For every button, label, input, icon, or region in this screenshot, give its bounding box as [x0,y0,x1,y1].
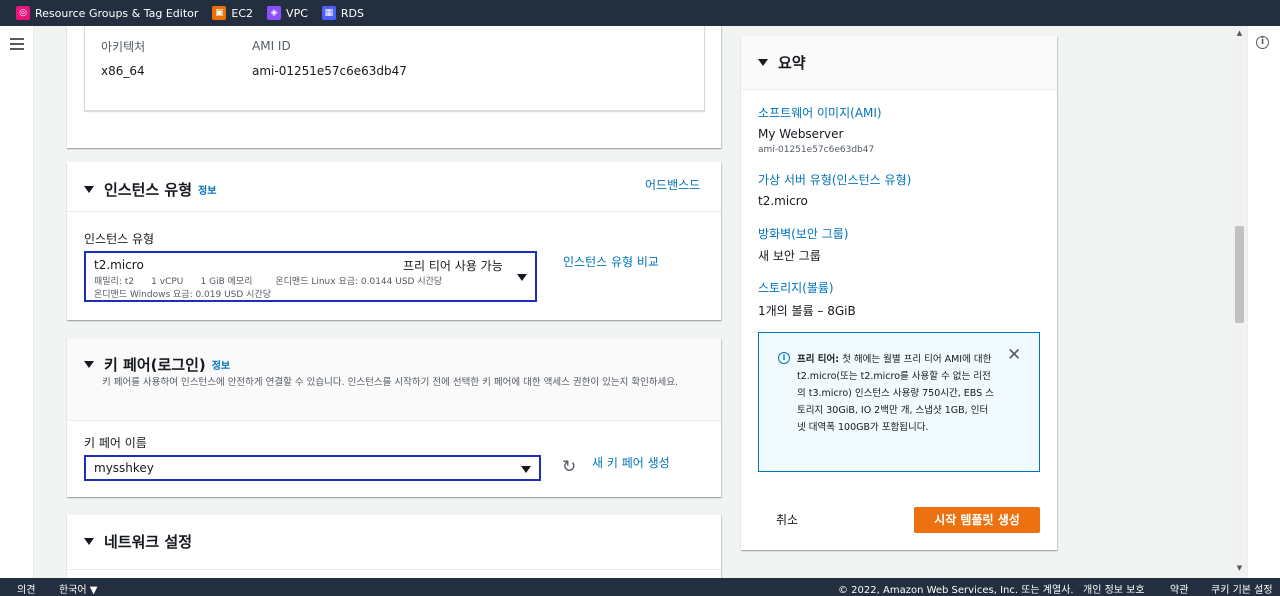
summary-ami-name: My Webserver [758,127,844,141]
summary-ami-id: ami-01251e57c6e63db47 [758,145,875,155]
instance-spec-line2: 온디맨드 Windows 요금: 0.019 USD 시간당 [94,290,272,300]
instance-spec-line1: 패밀리: t2 1 vCPU 1 GiB 메모리 온디맨드 Linux 요금: … [94,277,443,287]
scrollbar-thumb[interactable] [1235,226,1244,323]
key-pair-header[interactable]: 키 페어(로그인) 정보 [84,354,230,375]
free-tier-text: 프리 티어: 첫 해에는 월별 프리 티어 AMI에 대한 t2.micro(또… [797,354,994,433]
favorite-ec2[interactable]: ▣ EC2 [212,6,253,20]
create-key-pair-link[interactable]: 새 키 페어 생성 [592,454,670,471]
key-pair-field-label: 키 페어 이름 [84,436,147,450]
ami-id-value: ami-01251e57c6e63db47 [252,64,407,78]
vpc-icon: ◈ [267,6,282,20]
collapse-caret-icon [84,538,94,545]
free-tier-badge: 프리 티어 사용 가능 [403,259,503,273]
favorite-resource-groups[interactable]: ◎ Resource Groups & Tag Editor [16,6,198,20]
scroll-down-icon[interactable]: ▼ [1235,564,1244,572]
summary-storage-link[interactable]: 스토리지(볼륨) [758,279,834,296]
collapse-caret-icon [84,186,94,193]
section-title: 인스턴스 유형 [104,181,193,199]
selected-key-pair: mysshkey [94,461,154,475]
free-tier-alert: i 프리 티어: 첫 해에는 월별 프리 티어 AMI에 대한 t2.micro… [758,332,1040,472]
scroll-up-icon[interactable]: ▲ [1235,29,1244,37]
summary-type-link[interactable]: 가상 서버 유형(인스턴스 유형) [758,171,911,188]
section-title: 요약 [778,54,806,72]
ec2-icon: ▣ [212,6,227,20]
instance-type-field-label: 인스턴스 유형 [84,232,155,246]
key-pair-description: 키 페어를 사용하여 인스턴스에 안전하게 연결할 수 있습니다. 인스턴스를 … [102,377,679,388]
info-icon: i [778,352,790,364]
section-title: 네트워크 설정 [104,533,193,551]
resource-groups-icon: ◎ [16,6,30,20]
advanced-link[interactable]: 어드밴스드 [645,176,700,193]
summary-firewall-link[interactable]: 방화벽(보안 그룹) [758,225,848,242]
instance-type-header[interactable]: 인스턴스 유형 정보 [84,179,216,200]
collapse-caret-icon [758,59,768,66]
selected-instance-type: t2.micro [94,258,144,272]
summary-header[interactable]: 요약 [758,52,806,73]
section-title: 키 페어(로그인) [104,356,206,374]
chevron-down-icon [521,466,531,473]
summary-type-value: t2.micro [758,194,808,208]
terms-link[interactable]: 약관 [1170,581,1188,596]
footer: 의견 한국어 ▼ © 2022, Amazon Web Services, In… [0,578,1280,596]
create-launch-template-button[interactable]: 시작 템플릿 생성 [914,507,1040,533]
cancel-button[interactable]: 취소 [776,511,798,528]
left-navigation [0,26,34,578]
info-link[interactable]: 정보 [212,357,230,372]
collapse-caret-icon [84,361,94,368]
arch-value: x86_64 [101,64,145,78]
chevron-down-icon [517,274,527,281]
network-header[interactable]: 네트워크 설정 [84,531,192,552]
info-link[interactable]: 정보 [198,182,216,197]
ami-id-label: AMI ID [252,39,291,53]
arch-label: 아키텍처 [101,40,146,54]
info-panel-icon[interactable]: i [1256,36,1269,49]
privacy-link[interactable]: 개인 정보 보호 [1083,581,1145,596]
cookie-preferences-link[interactable]: 쿠키 기본 설정 [1211,581,1273,596]
rds-icon: ▦ [321,6,336,20]
favorite-rds[interactable]: ▦ RDS [321,6,364,20]
feedback-link[interactable]: 의견 [17,581,35,596]
favorite-vpc[interactable]: ◈ VPC [267,6,308,20]
favorites-bar: ◎ Resource Groups & Tag Editor ▣ EC2 ◈ VPC … [0,0,1280,26]
summary-panel: 요약 소프트웨어 이미지(AMI) My Webserver ami-01251… [741,36,1057,550]
compare-instance-types-link[interactable]: 인스턴스 유형 비교 [563,253,659,270]
summary-ami-link[interactable]: 소프트웨어 이미지(AMI) [758,104,882,121]
instance-type-select[interactable]: t2.micro 프리 티어 사용 가능 패밀리: t2 1 vCPU 1 Gi… [84,251,537,302]
instance-type-panel: 인스턴스 유형 정보 어드밴스드 인스턴스 유형 t2.micro 프리 티어 사… [67,162,721,320]
copyright-text: © 2022, Amazon Web Services, Inc. 또는 계열사… [838,585,1074,596]
key-pair-select[interactable]: mysshkey [84,455,541,481]
refresh-icon[interactable]: ↻ [562,457,576,477]
menu-icon[interactable] [10,38,24,50]
close-icon[interactable]: ✕ [1007,345,1021,365]
ami-panel: 아키텍처 x86_64 AMI ID ami-01251e57c6e63db47 [67,26,721,148]
summary-firewall-value: 새 보안 그룹 [758,249,821,263]
language-select[interactable]: 한국어 ▼ [59,581,97,596]
network-panel: 네트워크 설정 [67,515,721,578]
right-tools-panel [1247,26,1280,578]
key-pair-panel: 키 페어(로그인) 정보 키 페어를 사용하여 인스턴스에 안전하게 연결할 수 … [67,338,721,497]
ami-details-box: 아키텍처 x86_64 AMI ID ami-01251e57c6e63db47 [84,26,705,111]
summary-storage-value: 1개의 볼륨 – 8GiB [758,304,856,318]
